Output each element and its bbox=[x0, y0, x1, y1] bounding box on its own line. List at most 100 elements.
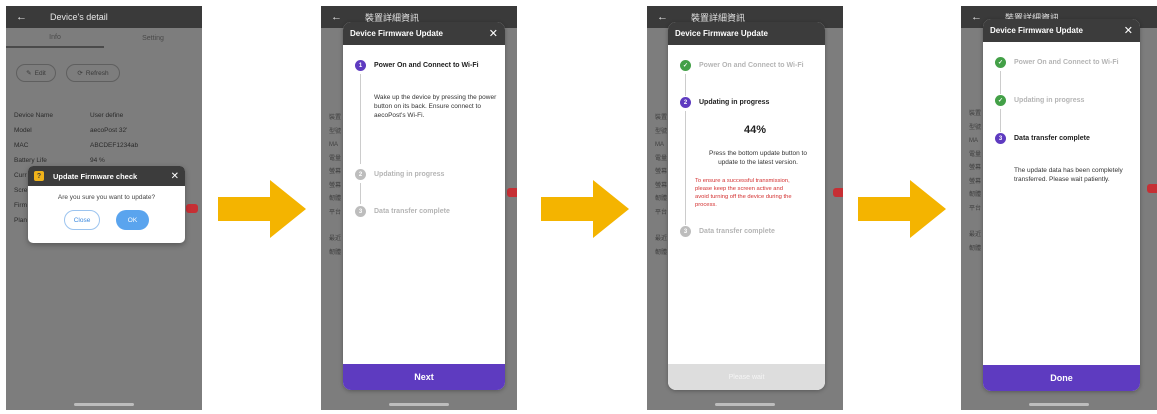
step-label: Data transfer complete bbox=[1014, 135, 1090, 142]
info-value: ABCDEF1234ab bbox=[90, 142, 139, 149]
phone-screen-firmware-step3: ← 裝置詳細資訊 裝置 型號 MA 電量 螢幕 螢幕 韌體 平台 最近 韌體 D… bbox=[961, 6, 1157, 410]
bg-row: 韌體 bbox=[969, 245, 982, 252]
check-icon: ✓ bbox=[995, 57, 1006, 68]
refresh-icon: ⟳ bbox=[77, 70, 83, 77]
modal-header: Device Firmware Update bbox=[668, 22, 825, 45]
bg-row: 韌體 bbox=[329, 196, 342, 202]
info-row: MAC ABCDEF1234ab bbox=[14, 138, 138, 153]
edit-button[interactable]: ✎ Edit bbox=[16, 64, 56, 82]
bg-row: 平台 bbox=[329, 209, 342, 216]
step-connector bbox=[685, 74, 686, 96]
info-key: Device Name bbox=[14, 112, 54, 119]
warning-note: To ensure a successful transmission, ple… bbox=[695, 178, 792, 208]
bg-row: 裝置 bbox=[969, 111, 982, 117]
step-transfer-complete: 3 Data transfer complete bbox=[355, 206, 450, 217]
step-number-icon: 1 bbox=[355, 60, 366, 71]
ok-button[interactable]: OK bbox=[116, 210, 149, 230]
step-power-on: ✓ Power On and Connect to Wi-Fi bbox=[680, 60, 804, 71]
phone-screen-firmware-step1: ← 裝置詳細資訊 裝置 型號 MA 電量 螢幕 螢幕 韌體 平台 最近 韌體 D… bbox=[321, 6, 517, 410]
app-bar-title: Device's detail bbox=[50, 12, 108, 22]
step-connector bbox=[1000, 109, 1001, 132]
flow-arrow-icon bbox=[541, 180, 629, 238]
close-icon[interactable]: ✕ bbox=[1124, 24, 1133, 37]
update-badge bbox=[507, 188, 517, 197]
tab-bar: Info Setting bbox=[6, 28, 202, 48]
info-key: MAC bbox=[14, 142, 29, 149]
check-icon: ✓ bbox=[995, 95, 1006, 106]
update-badge bbox=[833, 188, 843, 197]
bg-row: 韌體 bbox=[655, 249, 668, 256]
bg-row: 平台 bbox=[969, 205, 982, 212]
step-updating: 2 Updating in progress bbox=[355, 169, 444, 180]
warning-icon: ? bbox=[34, 171, 44, 181]
bg-row: 韌體 bbox=[969, 192, 982, 198]
bg-row: MA bbox=[969, 138, 978, 144]
step-number-icon: 3 bbox=[680, 226, 691, 237]
info-key: Model bbox=[14, 127, 32, 134]
bg-row: 電量 bbox=[329, 155, 342, 162]
bg-row: 韌體 bbox=[655, 196, 668, 202]
edit-button-label: Edit bbox=[34, 69, 46, 77]
bg-row: 螢幕 bbox=[969, 178, 982, 185]
bg-row: MA bbox=[329, 142, 338, 148]
step-updating: 2 Updating in progress bbox=[680, 97, 769, 108]
done-button[interactable]: Done bbox=[983, 365, 1140, 391]
check-icon: ✓ bbox=[680, 60, 691, 71]
back-arrow-icon[interactable]: ← bbox=[16, 11, 34, 23]
bg-row: 螢幕 bbox=[329, 169, 342, 175]
step-label: Data transfer complete bbox=[374, 208, 450, 215]
close-icon[interactable]: ✕ bbox=[171, 171, 179, 182]
step-connector bbox=[685, 111, 686, 225]
bg-row: 韌體 bbox=[329, 249, 342, 256]
home-indicator bbox=[1029, 403, 1089, 406]
flow-arrow-icon bbox=[858, 180, 946, 238]
step-transfer-complete: 3 Data transfer complete bbox=[680, 226, 775, 237]
home-indicator bbox=[74, 403, 134, 406]
flow-arrow-icon bbox=[218, 180, 306, 238]
step-label: Power On and Connect to Wi-Fi bbox=[699, 62, 804, 69]
step-label: Updating in progress bbox=[1014, 97, 1085, 104]
info-row: Device Name User define bbox=[14, 108, 138, 123]
back-arrow-icon[interactable]: ← bbox=[657, 11, 675, 23]
bg-row: 螢幕 bbox=[655, 182, 668, 189]
bg-row: 電量 bbox=[969, 151, 982, 158]
info-value: 94 % bbox=[90, 157, 105, 164]
bg-row: 型號 bbox=[655, 128, 668, 135]
next-button[interactable]: Next bbox=[343, 364, 505, 390]
bg-row: 螢幕 bbox=[969, 165, 982, 171]
step-updating: ✓ Updating in progress bbox=[995, 95, 1084, 106]
bg-row: 平台 bbox=[655, 209, 668, 216]
firmware-update-modal: Device Firmware Update ✓ Power On and Co… bbox=[668, 22, 825, 390]
close-icon[interactable]: ✕ bbox=[489, 27, 498, 40]
bg-row: MA bbox=[655, 142, 664, 148]
bg-row: 型號 bbox=[329, 128, 342, 135]
step-description: Wake up the device by pressing the power… bbox=[374, 94, 497, 119]
modal-header: Device Firmware Update ✕ bbox=[983, 19, 1140, 42]
modal-title: Device Firmware Update bbox=[990, 26, 1083, 35]
tab-setting[interactable]: Setting bbox=[104, 28, 202, 48]
firmware-update-modal: Device Firmware Update ✕ 1 Power On and … bbox=[343, 22, 505, 390]
info-key: Battery Life bbox=[14, 157, 47, 164]
bg-row: 最近 bbox=[329, 236, 342, 242]
info-value: aecoPost 32' bbox=[90, 127, 128, 134]
close-button[interactable]: Close bbox=[64, 210, 100, 230]
bg-row bbox=[655, 220, 667, 233]
background-rows: 裝置 型號 MA 電量 螢幕 螢幕 韌體 平台 最近 韌體 bbox=[329, 112, 341, 260]
modal-title: Device Firmware Update bbox=[350, 29, 443, 38]
bg-row bbox=[329, 220, 341, 233]
back-arrow-icon[interactable]: ← bbox=[331, 11, 349, 23]
tab-info[interactable]: Info bbox=[6, 28, 104, 48]
step-label: Updating in progress bbox=[699, 99, 770, 106]
step-label: Power On and Connect to Wi-Fi bbox=[1014, 59, 1119, 66]
phone-screen-device-detail: ← Device's detail Info Setting ✎ Edit ⟳ … bbox=[6, 6, 202, 410]
update-firmware-dialog: ? Update Firmware check ✕ Are you sure y… bbox=[28, 166, 185, 243]
step-label: Updating in progress bbox=[374, 171, 445, 178]
bg-row: 裝置 bbox=[655, 115, 668, 121]
please-wait-button: Please wait bbox=[668, 364, 825, 390]
firmware-update-modal: Device Firmware Update ✕ ✓ Power On and … bbox=[983, 19, 1140, 391]
bg-row: 螢幕 bbox=[329, 182, 342, 189]
bg-row: 型號 bbox=[969, 124, 982, 131]
refresh-button[interactable]: ⟳ Refresh bbox=[66, 64, 120, 82]
step-description: The update data has been completely tran… bbox=[1014, 167, 1123, 183]
step-power-on: 1 Power On and Connect to Wi-Fi bbox=[355, 60, 479, 71]
